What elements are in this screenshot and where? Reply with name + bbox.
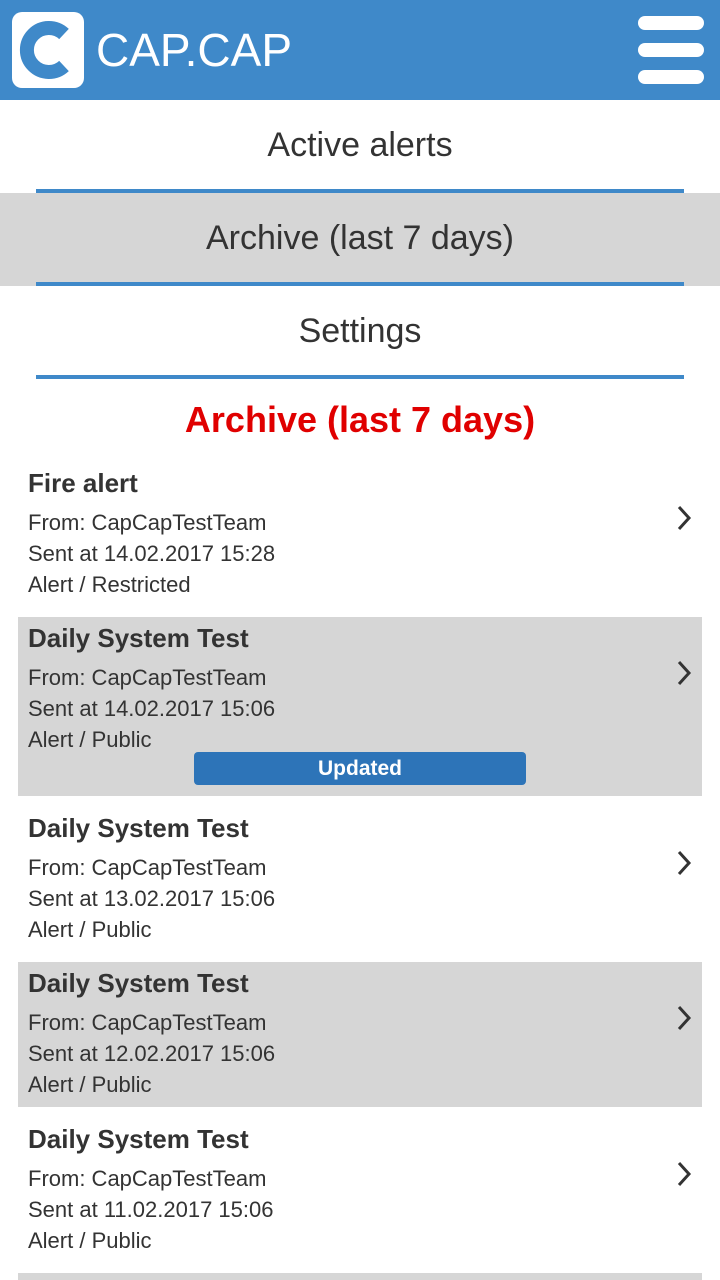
- app-brand-title: CAP.CAP: [96, 24, 293, 76]
- alert-list-item[interactable]: Fire alert From: CapCapTestTeam Sent at …: [18, 462, 702, 617]
- chevron-right-icon: [677, 1161, 692, 1187]
- alert-type: Alert / Public: [28, 917, 152, 942]
- nav-divider: [36, 375, 684, 379]
- alert-sender: From: CapCapTestTeam: [28, 1010, 267, 1035]
- alert-sent-time: Sent at 12.02.2017 15:06: [28, 1041, 276, 1066]
- alert-list-item[interactable]: Daily System Test From: CapCapTestTeam S…: [18, 962, 702, 1107]
- nav-settings[interactable]: Settings: [0, 286, 720, 379]
- alert-list-item[interactable]: Daily System Test From: CapCapTestTeam S…: [18, 807, 702, 962]
- alert-type: Alert / Public: [28, 1228, 152, 1253]
- alert-type: Alert / Public: [28, 727, 152, 752]
- app-logo[interactable]: [12, 12, 84, 88]
- app-screen: CAP.CAP Active alerts Archive (last 7 da…: [0, 0, 720, 1280]
- alert-sent-time: Sent at 14.02.2017 15:28: [28, 541, 276, 566]
- alert-title: Daily System Test: [28, 968, 249, 998]
- alert-type: Alert / Public: [28, 1072, 152, 1097]
- alert-list-item[interactable]: Daily System Test From: CapCapTestTeam S…: [18, 617, 702, 796]
- alert-sender: From: CapCapTestTeam: [28, 855, 267, 880]
- app-header: CAP.CAP: [0, 0, 720, 100]
- alert-title: Daily System Test: [28, 813, 249, 843]
- alert-title: Daily System Test: [28, 1124, 249, 1154]
- next-alert-list-item-partial[interactable]: [18, 1273, 702, 1280]
- updated-badge: Updated: [194, 752, 526, 785]
- alert-title: Fire alert: [28, 468, 138, 498]
- nav-settings-label: Settings: [298, 312, 422, 350]
- alert-title: Daily System Test: [28, 623, 249, 653]
- chevron-right-icon: [677, 660, 692, 686]
- page-title: Archive (last 7 days): [184, 399, 536, 440]
- nav-archive-label: Archive (last 7 days): [206, 219, 514, 257]
- chevron-right-icon: [677, 1005, 692, 1031]
- alert-sent-time: Sent at 14.02.2017 15:06: [28, 696, 276, 721]
- alert-type: Alert / Restricted: [28, 572, 191, 597]
- alert-sent-time: Sent at 11.02.2017 15:06: [28, 1197, 274, 1222]
- nav-active-alerts-label: Active alerts: [267, 126, 453, 164]
- chevron-right-icon: [677, 850, 692, 876]
- alert-sender: From: CapCapTestTeam: [28, 665, 267, 690]
- capcap-logo-icon: [19, 21, 69, 79]
- nav-archive[interactable]: Archive (last 7 days): [0, 193, 720, 286]
- hamburger-menu-icon[interactable]: [638, 14, 704, 86]
- chevron-right-icon: [677, 505, 692, 531]
- nav-active-alerts[interactable]: Active alerts: [0, 100, 720, 193]
- alert-sender: From: CapCapTestTeam: [28, 510, 267, 535]
- alert-list-item[interactable]: Daily System Test From: CapCapTestTeam S…: [18, 1118, 702, 1273]
- alert-sent-time: Sent at 13.02.2017 15:06: [28, 886, 276, 911]
- alert-sender: From: CapCapTestTeam: [28, 1166, 267, 1191]
